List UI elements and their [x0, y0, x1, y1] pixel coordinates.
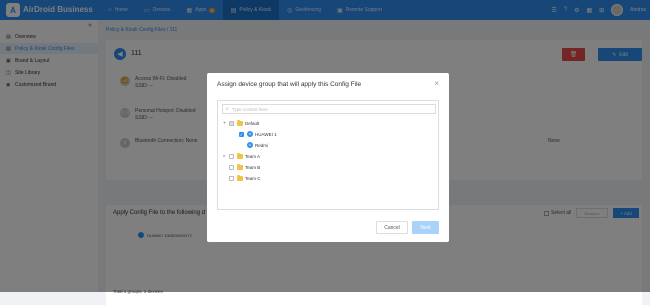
- cancel-button[interactable]: Cancel: [376, 221, 408, 234]
- folder-icon: [237, 163, 243, 170]
- device-icon: ⊙: [247, 131, 253, 137]
- search-input[interactable]: [231, 106, 427, 112]
- group-tree: ⌕ ▾ Default ✓ ⊙ HUAWEI 1 ⊙ Redmi ▸ Team …: [217, 100, 439, 210]
- tree-node-redmi[interactable]: ⊙ Redmi: [232, 140, 268, 150]
- device-icon: ⊙: [247, 142, 253, 148]
- assign-group-modal: Assign device group that will apply this…: [207, 73, 449, 242]
- tree-node-label: Team B: [245, 164, 261, 170]
- tree-node-label: HUAWEI 1: [255, 131, 277, 137]
- tree-node-label: Team A: [245, 153, 261, 159]
- tree-node-huawei-1[interactable]: ✓ ⊙ HUAWEI 1: [232, 129, 277, 139]
- modal-title: Assign device group that will apply this…: [217, 81, 362, 88]
- tree-node-team-a[interactable]: ▸ Team A: [222, 151, 260, 161]
- tree-checkbox[interactable]: [229, 153, 234, 159]
- tree-checkbox[interactable]: ✓: [239, 131, 244, 137]
- expand-arrow-icon[interactable]: ▸: [222, 153, 227, 159]
- search-icon: ⌕: [226, 106, 229, 112]
- tree-checkbox[interactable]: [229, 164, 234, 170]
- close-icon[interactable]: ×: [434, 79, 439, 88]
- tree-node-label: Redmi: [255, 142, 269, 148]
- tree-node-label: Default: [245, 120, 260, 126]
- folder-icon: [237, 174, 243, 181]
- tree-node-team-b[interactable]: Team B: [222, 162, 260, 172]
- expand-arrow-icon[interactable]: ▾: [222, 120, 227, 126]
- tree-checkbox[interactable]: [229, 120, 234, 126]
- folder-icon: [237, 152, 243, 159]
- next-button[interactable]: Next: [412, 221, 439, 234]
- tree-search[interactable]: ⌕: [222, 104, 436, 114]
- tree-checkbox[interactable]: [229, 175, 234, 181]
- tree-node-team-c[interactable]: Team C: [222, 173, 261, 183]
- folder-icon: [237, 119, 243, 126]
- tree-node-label: Team C: [245, 175, 261, 181]
- tree-node-default[interactable]: ▾ Default: [222, 118, 259, 128]
